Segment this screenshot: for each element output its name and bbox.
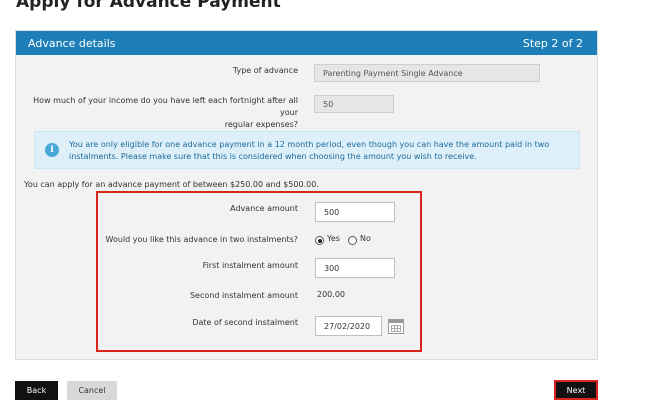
type-of-advance-label: Type of advance <box>232 66 298 75</box>
second-instalment-date-label: Date of second instalment <box>192 318 298 327</box>
panel-header: Advance details Step 2 of 2 <box>16 31 597 55</box>
info-icon: i <box>45 143 59 157</box>
panel-title: Advance details <box>28 36 116 50</box>
income-left-field: 50 <box>314 95 394 113</box>
next-button[interactable]: Next <box>554 380 598 400</box>
two-instalments-yes-radio[interactable] <box>315 236 324 245</box>
cancel-button[interactable]: Cancel <box>67 381 117 400</box>
second-instalment-value: 200.00 <box>317 290 345 299</box>
page-title: Apply for Advance Payment <box>16 0 281 12</box>
advance-amount-label: Advance amount <box>230 204 298 213</box>
eligibility-info-text: You are only eligible for one advance pa… <box>69 139 574 163</box>
advance-range-text: You can apply for an advance payment of … <box>24 180 319 189</box>
advance-amount-input[interactable]: 500 <box>315 202 395 222</box>
income-left-label-line1: How much of your income do you have left… <box>33 96 298 117</box>
advance-details-panel: Advance details Step 2 of 2 Type of adva… <box>15 30 598 360</box>
info-text-line2: instalments. Please make sure that this … <box>69 152 477 161</box>
type-of-advance-field: Parenting Payment Single Advance <box>314 64 540 82</box>
income-left-label: How much of your income do you have left… <box>16 95 298 131</box>
second-instalment-label: Second instalment amount <box>189 291 298 300</box>
eligibility-info-box: i You are only eligible for one advance … <box>34 131 580 169</box>
two-instalments-no-radio[interactable] <box>348 236 357 245</box>
first-instalment-input[interactable]: 300 <box>315 258 395 278</box>
calendar-icon[interactable] <box>388 319 404 334</box>
info-text-line1: You are only eligible for one advance pa… <box>69 140 550 149</box>
income-left-label-line2: regular expenses? <box>224 120 298 129</box>
step-indicator: Step 2 of 2 <box>522 36 583 50</box>
two-instalments-label: Would you like this advance in two insta… <box>105 235 298 244</box>
first-instalment-label: First instalment amount <box>202 261 298 270</box>
second-instalment-date-input[interactable]: 27/02/2020 <box>315 316 382 336</box>
two-instalments-no-label[interactable]: No <box>360 234 371 243</box>
back-button[interactable]: Back <box>15 381 58 400</box>
two-instalments-yes-label[interactable]: Yes <box>327 234 340 243</box>
